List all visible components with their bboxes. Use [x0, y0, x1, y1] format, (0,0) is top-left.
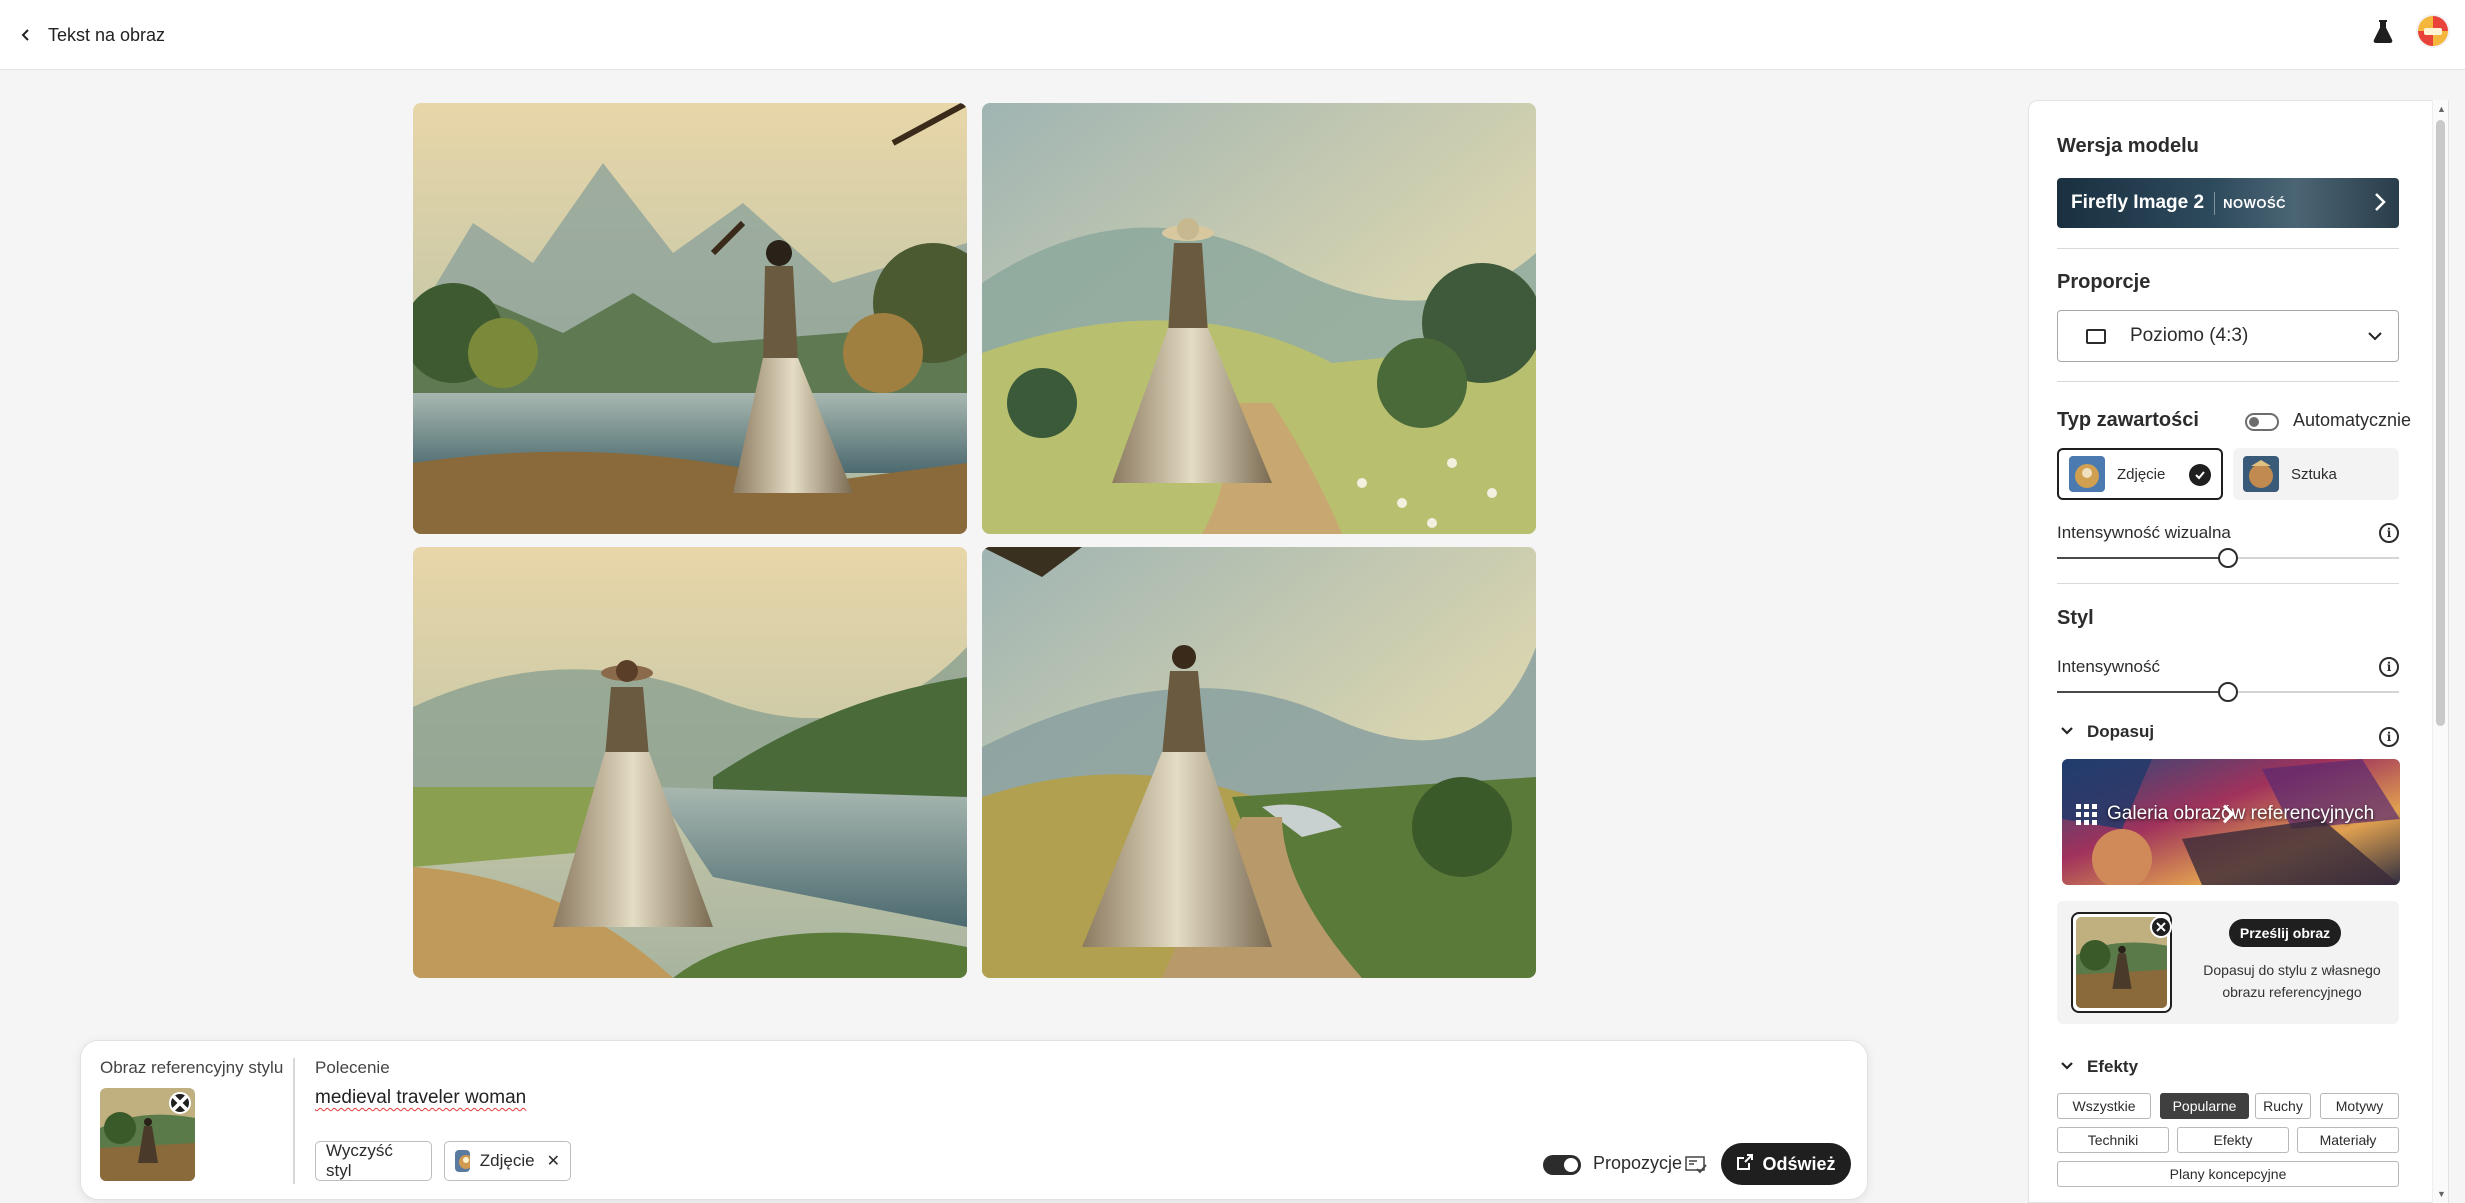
info-icon[interactable]: i — [2379, 657, 2399, 677]
info-icon[interactable]: i — [2379, 727, 2399, 747]
remove-reference-close-icon[interactable] — [169, 1092, 191, 1114]
prompt-bar: Obraz referencyjny stylu Polecenie medie… — [80, 1040, 1868, 1200]
slider-handle[interactable] — [2218, 548, 2238, 568]
effects-tab-popular[interactable]: Popularne — [2160, 1093, 2249, 1119]
divider — [293, 1058, 295, 1184]
generated-image-3[interactable] — [413, 547, 967, 978]
aspect-ratio-value: Poziomo (4:3) — [2130, 325, 2249, 346]
upload-reference-card: Prześlij obraz Dopasuj do stylu z własne… — [2057, 901, 2399, 1024]
generated-image-1[interactable] — [413, 103, 967, 534]
collapse-chevron-icon[interactable] — [2059, 723, 2075, 744]
upload-image-button[interactable]: Prześlij obraz — [2229, 919, 2341, 947]
content-type-photo[interactable]: Zdjęcie — [2057, 448, 2223, 500]
scroll-down-arrow-icon[interactable]: ▼ — [2437, 1189, 2446, 1199]
prompt-label: Polecenie — [315, 1058, 390, 1077]
auto-toggle[interactable] — [2245, 413, 2279, 431]
model-name: Firefly Image 2 — [2071, 192, 2205, 213]
remove-upload-close-icon[interactable] — [2150, 916, 2172, 938]
back-arrow-icon[interactable] — [10, 19, 42, 51]
chevron-down-icon — [2366, 327, 2384, 351]
aspect-ratio-select[interactable]: Poziomo (4:3) — [2057, 310, 2399, 362]
content-type-chip[interactable]: Zdjęcie ✕ — [444, 1141, 571, 1181]
photo-thumbnail-icon — [2069, 456, 2105, 492]
refresh-button[interactable]: Odśwież — [1721, 1143, 1851, 1185]
reference-gallery-button[interactable]: Galeria obrazów referencyjnych — [2062, 759, 2400, 885]
effects-tab-techniques[interactable]: Techniki — [2057, 1127, 2169, 1153]
divider — [2057, 381, 2399, 382]
slider-fill — [2057, 557, 2228, 559]
top-bar: Tekst na obraz — [0, 0, 2465, 70]
visual-intensity-slider[interactable] — [2057, 548, 2399, 568]
match-title: Dopasuj — [2087, 722, 2155, 741]
scrollbar-thumb[interactable] — [2436, 120, 2445, 726]
photo-chip-icon — [455, 1150, 470, 1172]
prompt-input[interactable]: medieval traveler woman — [315, 1087, 1315, 1117]
generated-image-2[interactable] — [982, 103, 1536, 534]
content-type-photo-label: Zdjęcie — [2117, 465, 2166, 483]
collapse-chevron-icon[interactable] — [2059, 1058, 2075, 1079]
effects-tab-materials[interactable]: Materiały — [2297, 1127, 2399, 1153]
remove-chip-close-icon[interactable]: ✕ — [547, 1151, 560, 1171]
auto-label: Automatycznie — [2293, 410, 2412, 430]
effects-title: Efekty — [2087, 1057, 2139, 1076]
visual-intensity-label: Intensywność wizualna — [2057, 523, 2231, 542]
effects-tab-themes[interactable]: Motywy — [2320, 1093, 2399, 1119]
style-intensity-slider[interactable] — [2057, 682, 2399, 702]
style-reference-label: Obraz referencyjny stylu — [100, 1058, 284, 1077]
art-thumbnail-icon — [2243, 456, 2279, 492]
generated-image-4[interactable] — [982, 547, 1536, 978]
effects-tab-concept-art[interactable]: Plany koncepcyjne — [2057, 1161, 2399, 1187]
uploaded-reference-thumbnail[interactable] — [2071, 912, 2172, 1013]
panel-scrollbar[interactable]: ▲ ▼ — [2432, 100, 2448, 1203]
content-type-art-label: Sztuka — [2291, 465, 2337, 483]
style-reference-thumbnail[interactable] — [100, 1088, 195, 1181]
info-icon[interactable]: i — [2379, 523, 2399, 543]
style-title: Styl — [2057, 607, 2094, 629]
content-type-art[interactable]: Sztuka — [2233, 448, 2399, 500]
style-intensity-label: Intensywność — [2057, 657, 2160, 676]
effects-tab-effects[interactable]: Efekty — [2177, 1127, 2289, 1153]
chevron-right-icon — [2373, 191, 2387, 218]
slider-handle[interactable] — [2218, 682, 2238, 702]
content-type-chip-label: Zdjęcie — [479, 1151, 535, 1170]
scroll-up-arrow-icon[interactable]: ▲ — [2437, 104, 2446, 114]
aspect-ratio-title: Proporcje — [2057, 271, 2151, 293]
settings-panel: Wersja modelu Firefly Image 2 NOWOŚĆ Pro… — [2028, 100, 2449, 1203]
model-version-button[interactable]: Firefly Image 2 NOWOŚĆ — [2057, 178, 2399, 228]
landscape-icon — [2086, 328, 2106, 344]
effects-tab-all[interactable]: Wszystkie — [2057, 1093, 2151, 1119]
effects-tab-movements[interactable]: Ruchy — [2255, 1093, 2311, 1119]
suggestions-label: Propozycje — [1593, 1153, 1683, 1173]
new-badge: NOWOŚĆ — [2214, 191, 2294, 215]
model-version-title: Wersja modelu — [2057, 135, 2199, 157]
upload-description: Dopasuj do stylu z własnego obrazu refer… — [2203, 962, 2381, 1000]
checkmark-icon — [2189, 464, 2211, 486]
prompt-text: medieval traveler woman — [315, 1087, 527, 1108]
content-type-title: Typ zawartości — [2057, 409, 2199, 431]
gallery-label-row: Galeria obrazów referencyjnych — [2076, 803, 2380, 825]
slider-fill — [2057, 691, 2228, 693]
divider — [2057, 248, 2399, 249]
divider — [2057, 583, 2399, 584]
avatar[interactable] — [2416, 14, 2450, 48]
suggestions-toggle[interactable] — [1543, 1155, 1581, 1175]
suggestions-settings-icon[interactable] — [1683, 1152, 1709, 1178]
refresh-icon — [1736, 1153, 1754, 1176]
beaker-icon[interactable] — [2368, 16, 2398, 46]
page-title: Tekst na obraz — [48, 25, 166, 45]
clear-style-button[interactable]: Wyczyść styl — [315, 1141, 432, 1181]
refresh-label: Odśwież — [1762, 1153, 1836, 1174]
